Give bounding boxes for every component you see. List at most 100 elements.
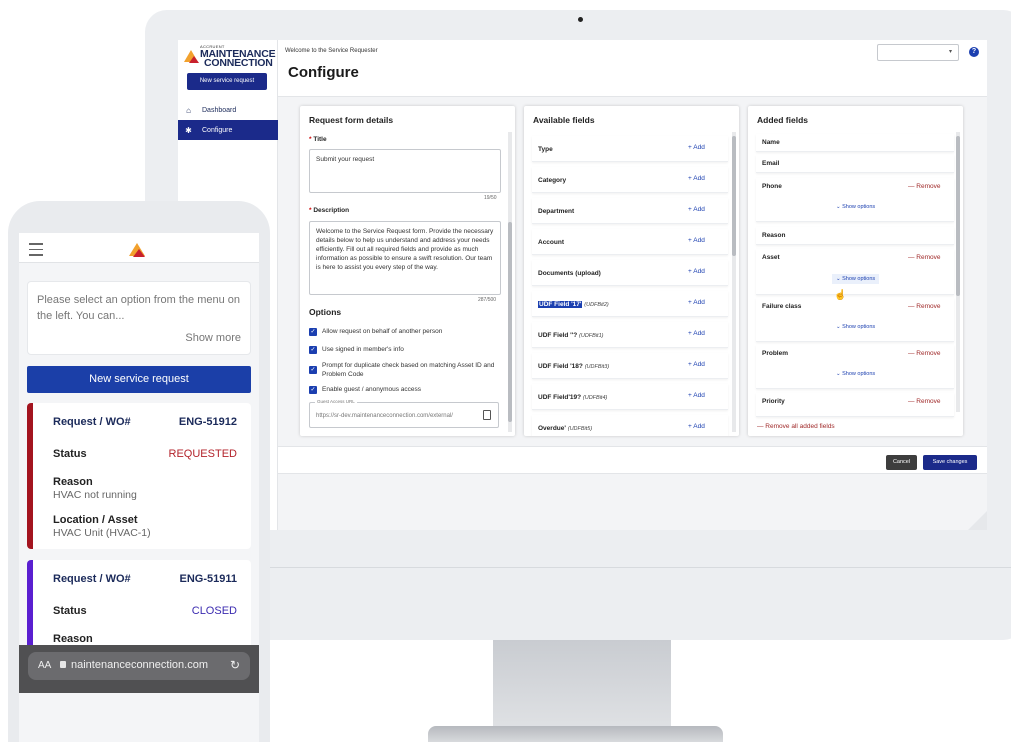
show-options-button[interactable]: ⌄ Show options — [832, 274, 880, 284]
browser-url-bar: AA naintenanceconnection.com ↻ — [19, 645, 259, 693]
available-field-row: Department + Add — [532, 198, 728, 224]
hand-cursor-icon: ☝ — [834, 290, 847, 301]
reload-icon[interactable]: ↻ — [230, 658, 240, 672]
available-field-row: Documents (upload) + Add — [532, 260, 728, 286]
remove-field-button[interactable]: — Remove — [908, 350, 941, 357]
brand-logo: ACCRUENT MAINTENANCE CONNECTION — [184, 44, 276, 72]
copy-icon[interactable] — [483, 410, 491, 420]
available-field-row: UDF Field ''? (UDFBit1) + Add — [532, 322, 728, 348]
added-field-row: Phone — Remove ⌄ Show options — [756, 178, 954, 222]
info-card: Please select an option from the menu on… — [27, 281, 251, 355]
sidebar-item-dashboard[interactable]: ⌂ Dashboard — [178, 100, 278, 120]
welcome-text: Welcome to the Service Requester — [285, 48, 378, 54]
option-duplicate-check[interactable]: ✓ Prompt for duplicate check based on mat… — [309, 362, 501, 379]
available-field-row: UDF Field '17' (UDFBit2) + Add — [532, 291, 728, 317]
description-char-count: 287/500 — [478, 297, 497, 303]
text-size-button[interactable]: AA — [38, 660, 51, 671]
guest-access-url-field[interactable]: Guest Access URL https://sr-dev.maintena… — [309, 399, 499, 428]
available-field-row: Category + Add — [532, 167, 728, 193]
add-field-button[interactable]: + Add — [688, 237, 705, 244]
title-label: * Title — [309, 136, 327, 143]
gear-icon: ✱ — [185, 125, 192, 135]
available-field-row: Type + Add — [532, 136, 728, 162]
available-field-row: Overdue' (UDFBit5) + Add — [532, 415, 728, 436]
add-field-button[interactable]: + Add — [688, 268, 705, 275]
show-options-button[interactable]: ⌄ Show options — [836, 204, 875, 210]
add-field-button[interactable]: + Add — [688, 423, 705, 430]
description-field[interactable]: Welcome to the Service Request form. Pro… — [309, 221, 501, 295]
chevron-down-icon: ▾ — [948, 49, 952, 55]
added-field-row: Email — [756, 155, 954, 173]
add-field-button[interactable]: + Add — [688, 392, 705, 399]
marketing-composite: ACCRUENT MAINTENANCE CONNECTION New serv… — [0, 0, 1011, 742]
add-field-button[interactable]: + Add — [688, 175, 705, 182]
phone-header — [19, 233, 259, 263]
remove-field-button[interactable]: — Remove — [908, 398, 941, 405]
option-signed-in-info[interactable]: ✓ Use signed in member's info — [309, 346, 501, 355]
title-field[interactable]: Submit your request — [309, 149, 501, 193]
option-on-behalf[interactable]: ✓ Allow request on behalf of another pers… — [309, 328, 501, 337]
lock-icon — [60, 661, 66, 668]
top-bar: Welcome to the Service Requester Configu… — [278, 40, 987, 97]
panel-scrollbar[interactable] — [956, 132, 960, 412]
checkbox-checked-icon: ✓ — [309, 366, 317, 374]
remove-field-button[interactable]: — Remove — [908, 183, 941, 190]
status-badge: CLOSED — [191, 605, 237, 617]
address-field[interactable]: AA naintenanceconnection.com ↻ — [28, 652, 250, 680]
logo-mark-icon — [129, 243, 145, 257]
save-changes-button[interactable]: Save changes — [923, 455, 977, 470]
show-options-button[interactable]: ⌄ Show options — [836, 371, 875, 377]
show-options-button[interactable]: ⌄ Show options — [836, 324, 875, 330]
panel-scrollbar[interactable] — [732, 132, 736, 432]
added-field-row: Priority — Remove — [756, 393, 954, 417]
desktop-screen: ACCRUENT MAINTENANCE CONNECTION New serv… — [178, 40, 987, 530]
remove-field-button[interactable]: — Remove — [908, 303, 941, 310]
sidebar-item-configure[interactable]: ✱ Configure — [178, 120, 278, 140]
panel-scrollbar[interactable] — [508, 132, 512, 432]
phone-new-request-button[interactable]: New service request — [27, 366, 251, 393]
added-fields-panel: Added fields Name Email Phone — Remove ⌄ Sho… — [748, 106, 963, 436]
add-field-button[interactable]: + Add — [688, 206, 705, 213]
checkbox-checked-icon: ✓ — [309, 386, 317, 394]
add-field-button[interactable]: + Add — [688, 330, 705, 337]
monitor-base — [428, 726, 723, 742]
add-field-button[interactable]: + Add — [688, 299, 705, 306]
monitor-chin — [145, 567, 1011, 568]
request-number: ENG-51912 — [178, 416, 237, 428]
available-field-row: Account + Add — [532, 229, 728, 255]
available-fields-panel: Available fields Type + Add Category + Add D… — [524, 106, 739, 436]
new-service-request-button[interactable]: New service request — [187, 73, 267, 90]
request-form-panel: Request form details * Title Submit your… — [300, 106, 515, 436]
add-field-button[interactable]: + Add — [688, 361, 705, 368]
title-char-count: 19/50 — [484, 195, 497, 201]
option-guest-access[interactable]: ✓ Enable guest / anonymous access — [309, 386, 501, 395]
home-icon: ⌂ — [186, 105, 191, 115]
added-field-row: Failure class — Remove ⌄ Show options — [756, 298, 954, 342]
card-accent-bar — [27, 560, 33, 650]
card-accent-bar — [27, 403, 33, 549]
request-card[interactable]: Request / WO# ENG-51911 Status CLOSED Re… — [27, 560, 251, 650]
show-more-link[interactable]: Show more — [185, 332, 241, 344]
remove-all-fields-button[interactable]: — Remove all added fields — [757, 423, 835, 430]
site-select[interactable]: ▾ — [877, 44, 959, 61]
status-badge: REQUESTED — [168, 448, 237, 460]
add-field-button[interactable]: + Add — [688, 144, 705, 151]
request-card[interactable]: Request / WO# ENG-51912 Status REQUESTED… — [27, 403, 251, 549]
added-field-row: Problem — Remove ⌄ Show options — [756, 345, 954, 389]
phone-screen: Please select an option from the menu on… — [19, 233, 259, 742]
added-field-row: Reason — [756, 227, 954, 245]
monitor-stand — [493, 640, 671, 728]
added-field-row: Name — [756, 134, 954, 152]
help-icon[interactable]: ? — [969, 47, 979, 57]
available-field-row: UDF Field '18? (UDFBit3) + Add — [532, 353, 728, 379]
options-heading: Options — [309, 307, 342, 317]
request-number: ENG-51911 — [179, 573, 237, 585]
page-title: Configure — [288, 64, 359, 81]
remove-field-button[interactable]: — Remove — [908, 254, 941, 261]
checkbox-checked-icon: ✓ — [309, 328, 317, 336]
added-field-row: Asset — Remove ⌄ Show options — [756, 249, 954, 295]
cancel-button[interactable]: Cancel — [886, 455, 917, 470]
checkbox-checked-icon: ✓ — [309, 346, 317, 354]
hamburger-menu-icon[interactable] — [29, 243, 43, 260]
available-field-row: UDF Field'19? (UDFBit4) + Add — [532, 384, 728, 410]
